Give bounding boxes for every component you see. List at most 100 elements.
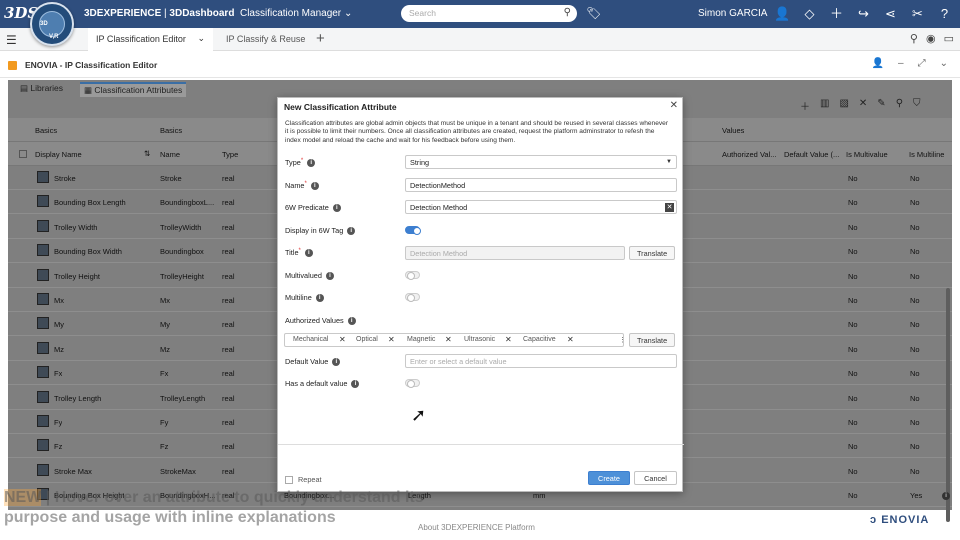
add-tab-icon[interactable]: +	[316, 30, 325, 47]
notification-icon[interactable]: ◇	[801, 5, 818, 22]
help-icon[interactable]: ?	[936, 5, 953, 22]
default-value-label: Default Value i	[285, 357, 341, 367]
remove-chip-icon[interactable]: ✕	[567, 335, 574, 344]
info-icon[interactable]: i	[325, 272, 334, 281]
cell-name: Mx	[160, 296, 170, 305]
select-all-checkbox[interactable]	[19, 150, 27, 158]
type-select[interactable]: String ▼	[405, 155, 677, 169]
about-link[interactable]: About 3DEXPERIENCE Platform	[418, 523, 535, 532]
attribute-icon	[37, 415, 49, 427]
cell-type: real	[222, 344, 235, 354]
chevron-down-icon[interactable]: ⌄	[197, 33, 205, 44]
info-icon[interactable]: i	[347, 317, 356, 326]
repeat-checkbox[interactable]	[285, 476, 293, 484]
mouse-cursor-icon: ➚	[411, 405, 427, 425]
remove-chip-icon[interactable]: ✕	[445, 335, 452, 344]
cell-is-multiline: Yes	[910, 491, 923, 501]
compass-icon[interactable]: 3D V,R	[30, 2, 74, 46]
chevron-down-icon[interactable]: ⌄	[344, 8, 352, 19]
info-icon[interactable]: i	[332, 204, 341, 213]
user-settings-icon[interactable]: 👤	[872, 58, 884, 69]
column-is-multivalue[interactable]: Is Multivalue	[846, 150, 888, 159]
translate-title-button[interactable]: Translate	[629, 246, 676, 260]
column-default-value[interactable]: Default Value (...	[784, 150, 842, 159]
user-icon[interactable]: 👤	[774, 5, 791, 22]
add-icon[interactable]: ＋	[828, 5, 845, 22]
search-input[interactable]: Search ⚲	[401, 5, 577, 22]
column-type[interactable]: Type	[222, 150, 238, 159]
info-icon[interactable]: i	[332, 358, 341, 367]
app-header: ENOVIA - IP Classification Editor 👤 – ⤢ …	[0, 52, 960, 78]
tools-icon[interactable]: ✂	[909, 5, 926, 22]
info-icon[interactable]: i	[347, 227, 356, 236]
cell-is-multiline: No	[910, 296, 920, 305]
edit-icon[interactable]: ✎	[877, 98, 885, 113]
display-6w-label: Display in 6W Tag i	[285, 226, 356, 236]
column-name[interactable]: Name	[160, 150, 180, 159]
info-icon[interactable]: i	[942, 492, 950, 500]
info-icon[interactable]: i	[351, 380, 360, 389]
clear-icon[interactable]: ✕	[665, 203, 674, 212]
media-icon[interactable]: ◉	[926, 32, 936, 45]
title-field[interactable]: Detection Method	[405, 246, 625, 260]
attribute-icon	[37, 171, 49, 183]
import-icon[interactable]: ▥	[820, 98, 829, 113]
column-authorized-values[interactable]: Authorized Val...	[722, 150, 776, 159]
cell-name: TrolleyLength	[160, 393, 206, 403]
display-6w-toggle[interactable]	[405, 226, 421, 235]
remove-chip-icon[interactable]: ✕	[339, 335, 346, 344]
info-icon[interactable]: i	[307, 159, 316, 168]
chevron-down-icon[interactable]: ⌄	[940, 58, 948, 69]
export-icon[interactable]: ▧	[839, 98, 848, 113]
name-field[interactable]: DetectionMethod	[405, 178, 677, 192]
menu-icon[interactable]: ☰	[6, 33, 17, 47]
remove-chip-icon[interactable]: ✕	[388, 335, 395, 344]
tag-icon[interactable]: 🏷	[586, 6, 601, 20]
cell-is-multivalue: No	[848, 344, 858, 354]
cell-type: real	[222, 296, 235, 305]
tab-classification-attributes[interactable]: ▦ Classification Attributes	[80, 82, 187, 97]
grid-scrollbar[interactable]	[946, 288, 950, 522]
close-icon[interactable]: ✕	[670, 100, 678, 111]
share-icon[interactable]: ↪	[855, 5, 872, 22]
predicate-field[interactable]: Detection Method ✕	[405, 200, 677, 214]
chip-value: Ultrasonic	[464, 336, 496, 343]
chip-value: Mechanical	[293, 336, 329, 343]
has-default-toggle[interactable]	[405, 379, 420, 388]
default-value-field[interactable]: Enter or select a default value	[405, 354, 677, 368]
cell-type: real	[222, 247, 235, 257]
search-tool-icon[interactable]: ⚲	[910, 32, 918, 45]
search-icon[interactable]: ⚲	[896, 98, 903, 113]
search-icon[interactable]: ⚲	[564, 7, 571, 18]
cell-is-multiline: No	[910, 418, 920, 427]
remove-chip-icon[interactable]: ✕	[505, 335, 512, 344]
translate-values-button[interactable]: Translate	[629, 333, 676, 347]
top-bar: 3DS 3DEXPERIENCE | 3DDashboard Classific…	[0, 0, 960, 28]
add-icon[interactable]: ＋	[800, 98, 810, 113]
info-icon[interactable]: i	[304, 249, 313, 258]
info-icon[interactable]: i	[310, 182, 319, 191]
multiline-toggle[interactable]	[405, 293, 420, 302]
fullscreen-icon[interactable]: ⤢	[918, 58, 926, 69]
cell-display-name: Fz	[54, 442, 63, 452]
cancel-button[interactable]: Cancel	[634, 471, 677, 485]
column-is-multiline[interactable]: Is Multiline	[909, 150, 944, 159]
tab-ip-classification-editor[interactable]: IP Classification Editor ⌄	[88, 28, 213, 51]
network-icon[interactable]: ⋖	[882, 5, 899, 22]
authorized-values-field[interactable]: Mechanical ✕ Optical ✕ Magnetic ✕ Ultras…	[284, 333, 626, 347]
tab-ip-classify-reuse[interactable]: IP Classify & Reuse	[226, 34, 305, 44]
tools-icon[interactable]: ✕	[859, 98, 867, 113]
sort-icon[interactable]: ⇅	[144, 149, 150, 158]
app-name[interactable]: Classification Manager	[240, 8, 341, 19]
filter-icon[interactable]: ⛉	[913, 98, 921, 113]
create-button[interactable]: Create	[588, 471, 630, 485]
chat-icon[interactable]: ▭	[944, 32, 954, 45]
minimize-icon[interactable]: –	[898, 58, 904, 69]
more-icon[interactable]: ⋮	[619, 336, 626, 344]
user-name[interactable]: Simon GARCIA	[698, 8, 767, 19]
tab-libraries[interactable]: ▤ Libraries	[16, 82, 67, 95]
multivalued-toggle[interactable]	[405, 271, 420, 280]
brand-title: 3DEXPERIENCE | 3DDashboard Classificatio…	[84, 8, 353, 19]
column-display-name[interactable]: Display Name	[35, 150, 82, 159]
info-icon[interactable]: i	[315, 294, 324, 303]
